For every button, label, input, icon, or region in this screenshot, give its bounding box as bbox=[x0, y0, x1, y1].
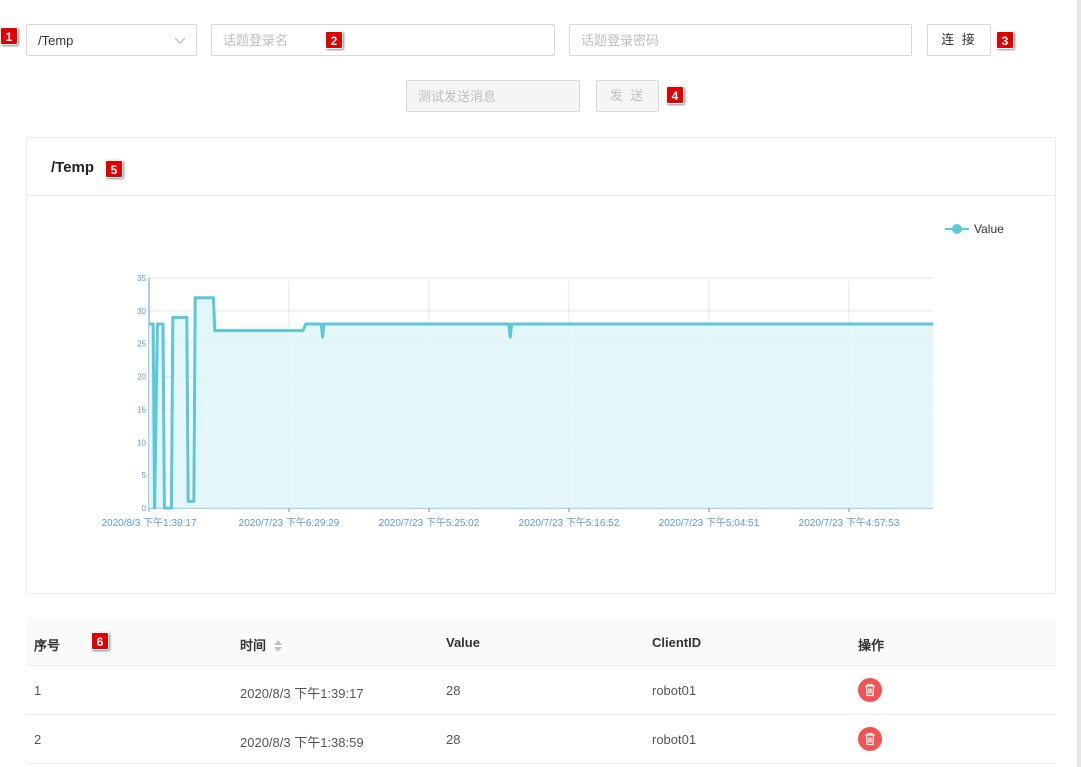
row-time: 2020/8/3 下午1:39:17 bbox=[240, 686, 364, 701]
y-tick-label: 10 bbox=[137, 438, 146, 447]
table-header: 序号 时间 Value ClientID 操作 bbox=[26, 618, 1056, 666]
legend-marker-icon bbox=[952, 224, 962, 234]
delete-button[interactable] bbox=[858, 727, 882, 751]
column-header-time[interactable]: 时间 bbox=[240, 635, 283, 654]
row-value: 28 bbox=[446, 732, 461, 747]
column-header-time-label: 时间 bbox=[240, 638, 267, 653]
column-header-value: Value bbox=[446, 635, 480, 650]
x-tick-label: 2020/7/23 下午4:57:53 bbox=[799, 516, 900, 529]
delete-button[interactable] bbox=[858, 678, 882, 702]
scrollbar[interactable] bbox=[1077, 0, 1081, 767]
row-index: 1 bbox=[34, 683, 42, 698]
trash-icon bbox=[865, 683, 875, 697]
annotation-badge-6: 6 bbox=[91, 632, 109, 650]
y-tick-label: 0 bbox=[142, 504, 147, 513]
table-row: 1 2020/8/3 下午1:39:17 28 robot01 bbox=[26, 666, 1056, 715]
row-clientid: robot01 bbox=[652, 732, 697, 747]
y-tick-label: 25 bbox=[137, 340, 146, 349]
x-tick-label: 2020/7/23 下午5:16:52 bbox=[519, 516, 620, 529]
row-index: 2 bbox=[34, 732, 42, 747]
column-header-actions: 操作 bbox=[858, 638, 885, 653]
sort-icon[interactable] bbox=[274, 639, 283, 652]
column-header-clientid: ClientID bbox=[652, 635, 702, 650]
row-value: 28 bbox=[446, 683, 461, 698]
legend-label: Value bbox=[974, 222, 1004, 236]
table-row: 2 2020/8/3 下午1:38:59 28 robot01 bbox=[26, 715, 1056, 764]
x-tick-label: 2020/8/3 下午1:39:17 bbox=[101, 516, 197, 529]
y-tick-label: 15 bbox=[137, 405, 146, 414]
y-tick-label: 30 bbox=[137, 307, 146, 316]
y-tick-label: 35 bbox=[137, 274, 146, 283]
row-time: 2020/8/3 下午1:38:59 bbox=[240, 735, 364, 750]
x-tick-label: 2020/7/23 下午6:29:29 bbox=[239, 516, 340, 529]
column-header-index: 序号 bbox=[34, 638, 61, 653]
x-tick-label: 2020/7/23 下午5:04:51 bbox=[659, 516, 760, 529]
page: /Temp 1 2 连 接 3 发 送 4 /Temp 5 0510152025… bbox=[0, 0, 1077, 767]
value-area-chart: 0 5 10 15 20 25 30 35 2020/8/3 下午1:39:17 2020/7/2… bbox=[101, 222, 1004, 529]
trash-icon bbox=[865, 732, 875, 746]
row-clientid: robot01 bbox=[652, 683, 697, 698]
y-tick-label: 20 bbox=[137, 373, 146, 382]
y-tick-label: 5 bbox=[142, 471, 147, 480]
x-tick-label: 2020/7/23 下午5:25:02 bbox=[379, 516, 480, 529]
